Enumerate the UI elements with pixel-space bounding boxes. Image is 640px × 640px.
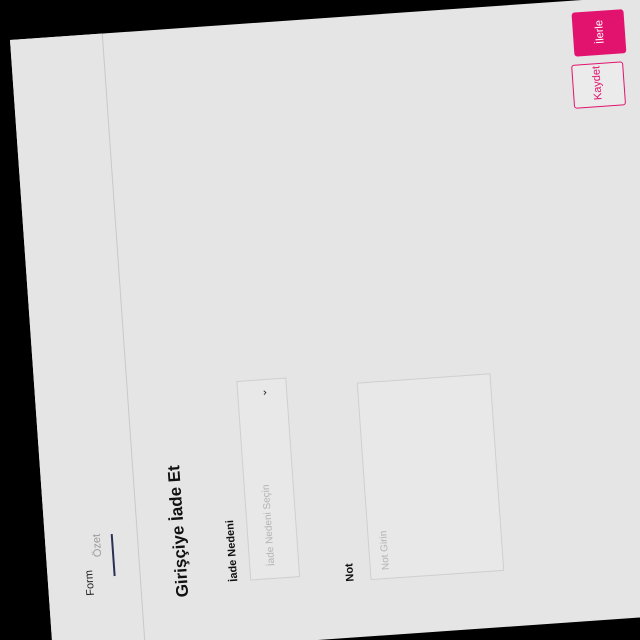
note-label: Not bbox=[343, 562, 357, 582]
active-tab-indicator bbox=[110, 534, 116, 577]
screen: Form Özet Girişçiye İade Et İade Nedeni … bbox=[0, 0, 640, 640]
reason-label: İade Nedeni bbox=[224, 519, 241, 583]
save-button-label: Kaydet bbox=[590, 65, 605, 101]
chevron-down-icon: ⌄ bbox=[257, 387, 270, 398]
save-button[interactable]: Kaydet bbox=[571, 61, 627, 109]
reason-select[interactable]: İade Nedeni Seçin ⌄ bbox=[236, 377, 301, 581]
proceed-button[interactable]: İlerle bbox=[571, 9, 627, 57]
return-dialog-panel: Form Özet Girişçiye İade Et İade Nedeni … bbox=[10, 0, 640, 640]
note-textarea-placeholder: Not Girin bbox=[378, 530, 392, 571]
page-title: Girişçiye İade Et bbox=[164, 464, 193, 598]
tab-ozet[interactable]: Özet bbox=[91, 534, 105, 558]
tab-ozet-label: Özet bbox=[90, 533, 105, 558]
tab-form-label: Form bbox=[83, 569, 97, 597]
note-textarea[interactable]: Not Girin bbox=[356, 373, 505, 581]
proceed-button-label: İlerle bbox=[593, 19, 607, 45]
reason-select-placeholder: İade Nedeni Seçin bbox=[260, 484, 278, 567]
return-form: Girişçiye İade Et İade Nedeni İade Neden… bbox=[106, 0, 640, 640]
tab-form[interactable]: Form bbox=[83, 570, 97, 596]
